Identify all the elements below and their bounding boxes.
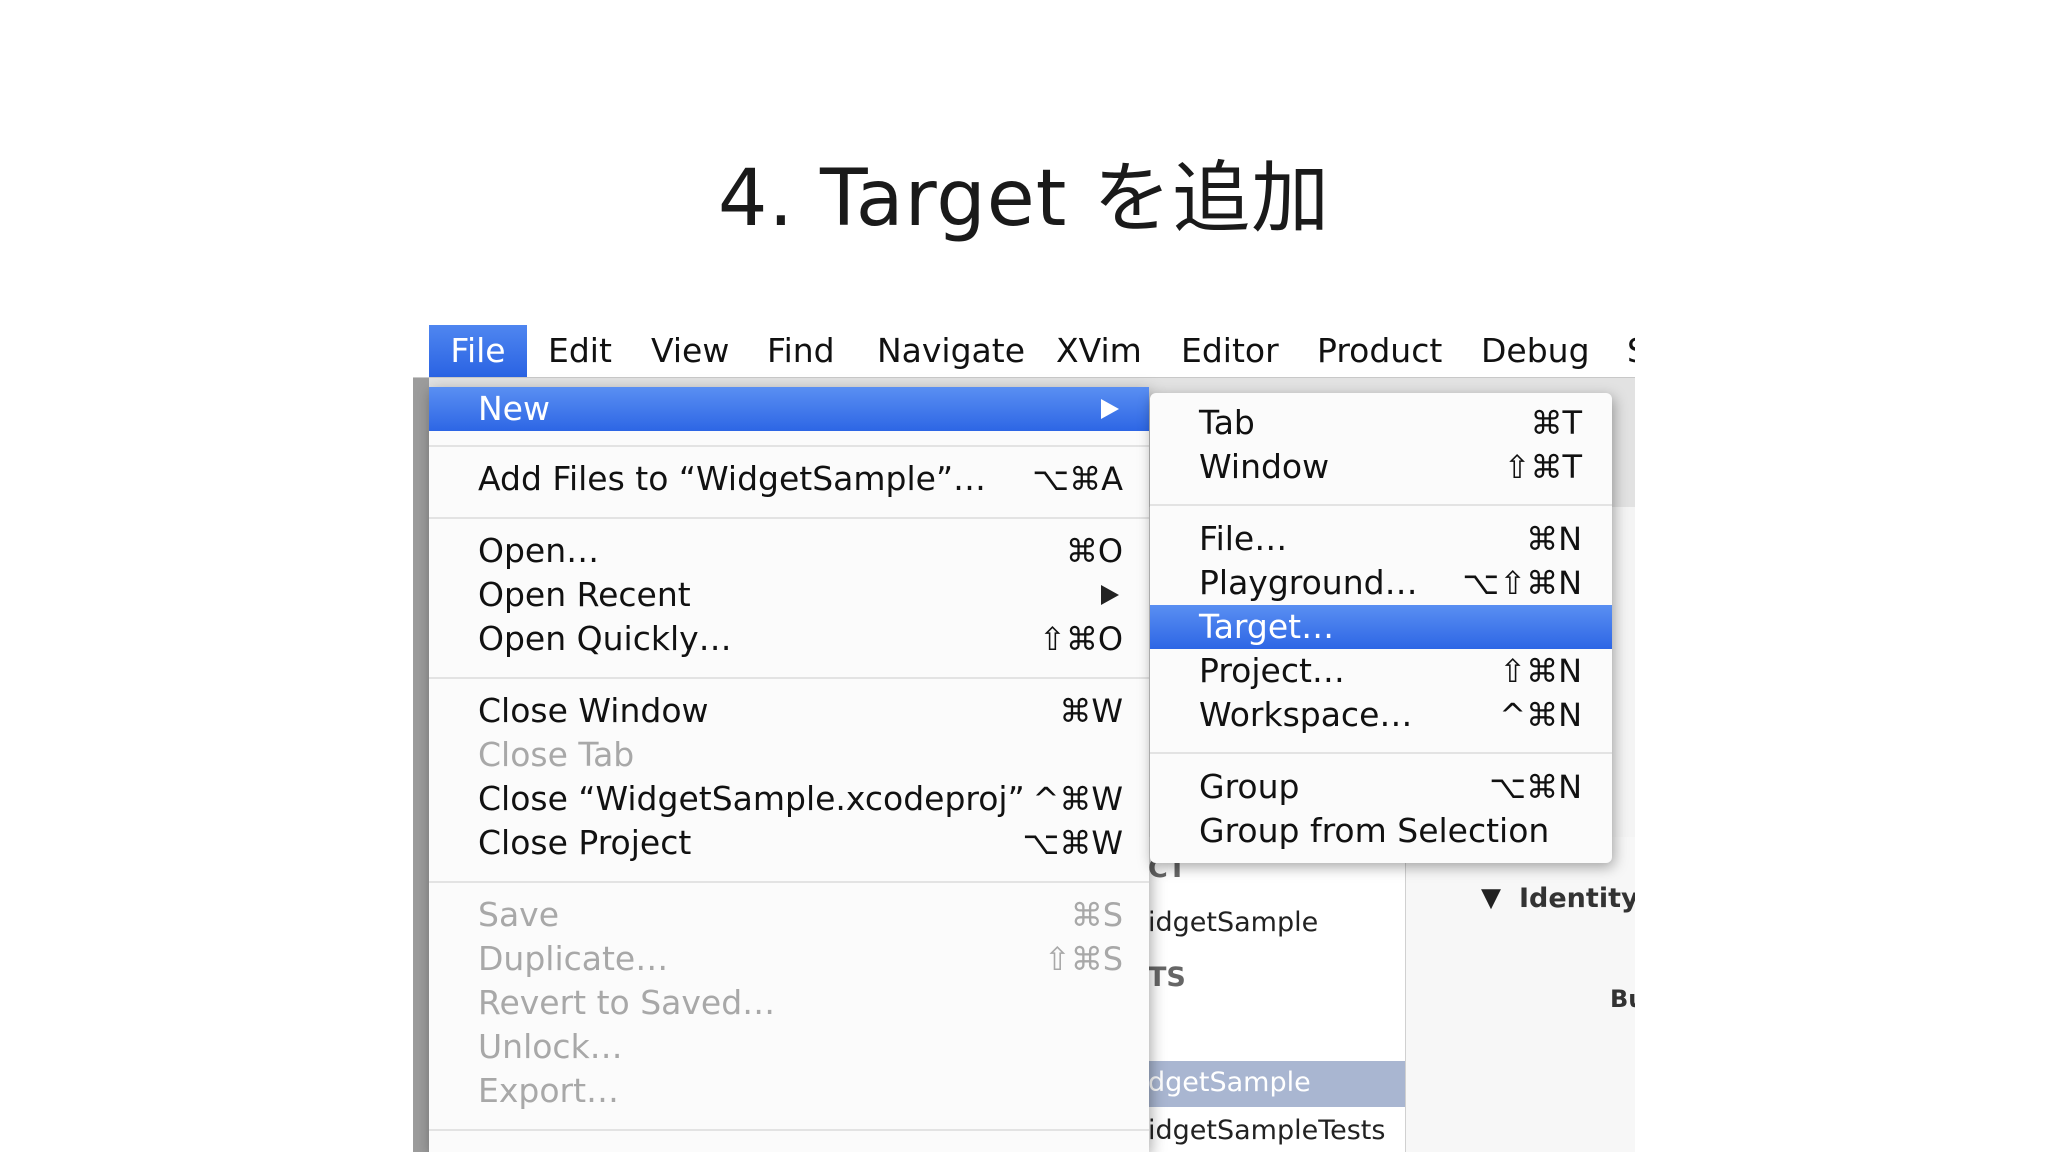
menu-item-open-quickly[interactable]: Open Quickly… ⇧⌘O (429, 617, 1149, 661)
menu-item-label: New (478, 389, 550, 428)
menu-item-shortcut: ⌘T (1530, 404, 1582, 442)
menu-item-shortcut: ⇧⌘N (1499, 652, 1582, 690)
menu-item-label: Close Project (478, 823, 692, 862)
menu-item-open-recent[interactable]: Open Recent (429, 573, 1149, 617)
menu-item-unlock: Unlock… (429, 1025, 1149, 1069)
menu-item-shortcut: ^⌘N (1499, 696, 1582, 734)
menu-find[interactable]: Find (767, 325, 835, 377)
menu-item-label: Open… (478, 531, 600, 570)
menu-item-close-project-file[interactable]: Close “WidgetSample.xcodeproj” ^⌘W (429, 777, 1149, 821)
menu-editor[interactable]: Editor (1181, 325, 1279, 377)
menu-item-duplicate: Duplicate… ⇧⌘S (429, 937, 1149, 981)
menu-item-shortcut: ⌘N (1526, 520, 1582, 558)
menu-item-label: Group (1199, 767, 1300, 806)
menu-item-shortcut: ⌥⇧⌘N (1462, 564, 1582, 602)
menu-item-shortcut: ⌥⌘A (1032, 460, 1123, 498)
menu-item-label: Close Window (478, 691, 709, 730)
menu-item-label: Target… (1199, 607, 1335, 646)
bundle-label-partial: Bu (1610, 985, 1635, 1013)
submenu-arrow-icon (1101, 585, 1119, 605)
menu-item-shortcut: ⌘W (1059, 692, 1123, 730)
menu-item-shortcut: ⇧⌘T (1503, 448, 1582, 486)
menu-item-label: Add Files to “WidgetSample”… (478, 459, 987, 498)
targets-section-header: TS (1148, 962, 1186, 993)
menu-item-label: Close “WidgetSample.xcodeproj” (478, 779, 1025, 818)
menu-item-export: Export… (429, 1069, 1149, 1113)
menu-item-revert: Revert to Saved… (429, 981, 1149, 1025)
menu-navigate[interactable]: Navigate (877, 325, 1025, 377)
menu-item-label: Duplicate… (478, 939, 669, 978)
menu-item-label: Export… (478, 1071, 620, 1110)
menu-item-label: Project… (1199, 651, 1345, 690)
submenu-item-group-from-selection[interactable]: Group from Selection (1150, 809, 1612, 853)
menu-item-label: Save (478, 895, 560, 934)
menu-item-label: File… (1199, 519, 1288, 558)
menu-separator (1150, 752, 1612, 754)
menu-item-shortcut: ⇧⌘S (1043, 940, 1123, 978)
menu-bar: File Edit View Find Navigate XVim Editor… (413, 325, 1635, 378)
menu-product[interactable]: Product (1317, 325, 1442, 377)
menu-view[interactable]: View (651, 325, 729, 377)
menu-separator (429, 517, 1149, 519)
submenu-item-window[interactable]: Window ⇧⌘T (1150, 445, 1612, 489)
menu-file[interactable]: File (429, 325, 527, 377)
submenu-item-playground[interactable]: Playground… ⌥⇧⌘N (1150, 561, 1612, 605)
window-edge (413, 377, 429, 1152)
menu-item-shortcut: ⌘O (1065, 532, 1123, 570)
submenu-item-tab[interactable]: Tab ⌘T (1150, 401, 1612, 445)
menu-item-label: Window (1199, 447, 1330, 486)
menu-partial[interactable]: S (1627, 325, 1635, 377)
menu-item-shortcut: ^⌘W (1032, 780, 1123, 818)
menu-item-label: Group from Selection (1199, 811, 1550, 850)
menu-separator (429, 677, 1149, 679)
submenu-item-target[interactable]: Target… (1150, 605, 1612, 649)
xcode-screenshot: W CT idgetSample TS dgetSample idgetSamp… (413, 325, 1635, 1152)
menu-xvim[interactable]: XVim (1056, 325, 1142, 377)
menu-edit[interactable]: Edit (548, 325, 612, 377)
menu-item-label: Workspace… (1199, 695, 1413, 734)
submenu-item-file[interactable]: File… ⌘N (1150, 517, 1612, 561)
menu-item-shortcut: ⌘S (1070, 896, 1123, 934)
new-submenu: Tab ⌘T Window ⇧⌘T File… ⌘N Playground… ⌥… (1150, 393, 1612, 863)
file-menu: New Add Files to “WidgetSample”… ⌥⌘A Ope… (429, 387, 1149, 1152)
submenu-item-group[interactable]: Group ⌥⌘N (1150, 765, 1612, 809)
menu-item-open[interactable]: Open… ⌘O (429, 529, 1149, 573)
menu-debug[interactable]: Debug (1481, 325, 1590, 377)
menu-item-label: Playground… (1199, 563, 1418, 602)
menu-item-label: Close Tab (478, 735, 635, 774)
menu-item-shortcut: ⌥⌘N (1489, 768, 1582, 806)
submenu-item-project[interactable]: Project… ⇧⌘N (1150, 649, 1612, 693)
menu-item-save: Save ⌘S (429, 893, 1149, 937)
menu-item-label: Open Quickly… (478, 619, 732, 658)
menu-item-label: Unlock… (478, 1027, 623, 1066)
menu-item-label: Open Recent (478, 575, 691, 614)
submenu-item-workspace[interactable]: Workspace… ^⌘N (1150, 693, 1612, 737)
slide-title: 4. Target を追加 (717, 154, 1331, 244)
menu-item-new[interactable]: New (429, 387, 1149, 431)
menu-separator (429, 881, 1149, 883)
menu-item-close-project[interactable]: Close Project ⌥⌘W (429, 821, 1149, 865)
project-item[interactable]: idgetSample (1148, 907, 1318, 938)
menu-item-close-window[interactable]: Close Window ⌘W (429, 689, 1149, 733)
menu-separator (429, 445, 1149, 447)
target-item-tests[interactable]: idgetSampleTests (1148, 1115, 1385, 1146)
menu-separator (1150, 504, 1612, 506)
identity-section-label: Identity (1519, 883, 1635, 914)
menu-item-add-files[interactable]: Add Files to “WidgetSample”… ⌥⌘A (429, 457, 1149, 501)
target-item-selected[interactable]: dgetSample (1148, 1067, 1311, 1098)
menu-item-close-tab: Close Tab (429, 733, 1149, 777)
menu-separator (429, 1129, 1149, 1131)
submenu-arrow-icon (1101, 399, 1119, 419)
menu-item-label: Revert to Saved… (478, 983, 776, 1022)
menu-item-label: Tab (1199, 403, 1255, 442)
disclosure-triangle-icon[interactable]: ▼ (1481, 883, 1501, 913)
menu-item-shortcut: ⇧⌘O (1039, 620, 1123, 658)
menu-item-shortcut: ⌥⌘W (1022, 824, 1123, 862)
